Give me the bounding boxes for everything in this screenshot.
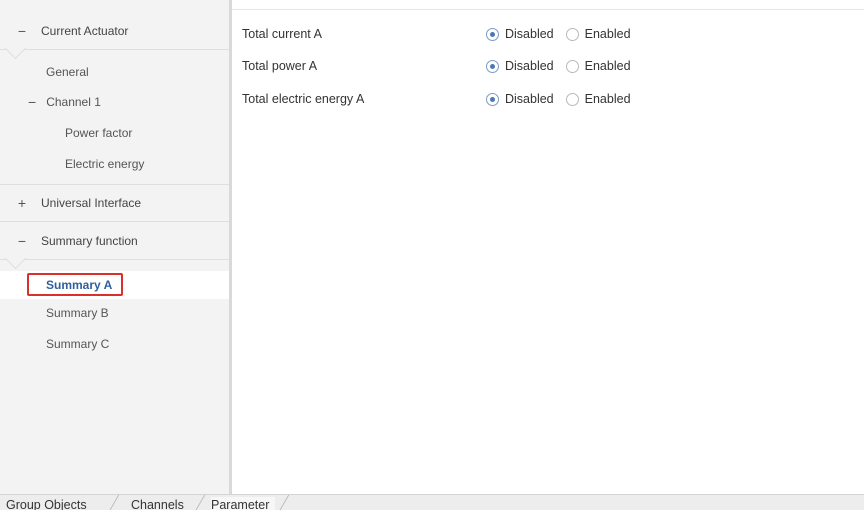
parameter-tree-sidebar: − Current Actuator General − Channel 1 P…: [0, 0, 229, 494]
collapse-icon[interactable]: −: [16, 23, 28, 39]
radio-label[interactable]: Disabled: [505, 92, 554, 106]
radio-group: Disabled Enabled: [486, 59, 643, 73]
section-label: Current Actuator: [41, 23, 129, 38]
tree-item-label: Summary C: [46, 337, 110, 351]
tree-item-label: Channel 1: [46, 95, 101, 109]
tree-item-summary-b[interactable]: Summary B: [46, 303, 109, 323]
tree-item-electric-energy[interactable]: Electric energy: [65, 154, 144, 174]
radio-disabled[interactable]: [486, 92, 499, 106]
radio-enabled[interactable]: [565, 92, 579, 106]
expand-icon[interactable]: +: [16, 195, 28, 211]
tree-item-channel-1[interactable]: − Channel 1: [28, 92, 101, 112]
tree-item-label: General: [46, 65, 89, 79]
radio-label[interactable]: Enabled: [585, 59, 631, 73]
section-label: Universal Interface: [41, 196, 142, 210]
bottom-tab-bar: Group Objects Channels Parameter: [0, 494, 864, 510]
tree-item-summary-a[interactable]: Summary A: [27, 273, 123, 296]
radio-disabled[interactable]: [486, 27, 499, 41]
tab-channels[interactable]: Channels: [131, 497, 184, 510]
param-label: Total current A: [242, 27, 322, 41]
radio-group: Disabled Enabled: [486, 92, 643, 106]
tree-item-summary-c[interactable]: Summary C: [46, 334, 109, 354]
section-label: Summary function: [41, 233, 138, 248]
tab-group-objects[interactable]: Group Objects: [6, 497, 87, 510]
tree-item-label: Electric energy: [65, 157, 145, 171]
tree-item-label: Summary A: [46, 277, 113, 292]
tree-item-power-factor[interactable]: Power factor: [65, 123, 132, 143]
radio-disabled[interactable]: [486, 59, 499, 73]
param-label: Total electric energy A: [242, 92, 365, 106]
radio-group: Disabled Enabled: [486, 27, 643, 41]
tab-separator: [193, 495, 206, 510]
radio-label[interactable]: Enabled: [585, 27, 631, 41]
collapse-icon[interactable]: −: [16, 233, 28, 249]
app-window: − Current Actuator General − Channel 1 P…: [0, 0, 864, 510]
radio-label[interactable]: Disabled: [505, 27, 554, 41]
radio-enabled[interactable]: [565, 27, 579, 41]
tree-item-general[interactable]: General: [46, 62, 89, 82]
radio-label[interactable]: Disabled: [505, 59, 554, 73]
section-summary-function[interactable]: − Summary function: [0, 222, 229, 260]
parameter-panel: Total current A Disabled Enabled Total p…: [232, 10, 864, 494]
param-label: Total power A: [242, 59, 318, 73]
section-universal-interface[interactable]: + Universal Interface: [0, 184, 229, 222]
tree-item-label: Power factor: [65, 126, 133, 140]
radio-enabled[interactable]: [565, 59, 579, 73]
radio-label[interactable]: Enabled: [585, 92, 631, 106]
collapse-icon[interactable]: −: [28, 94, 36, 110]
section-current-actuator[interactable]: − Current Actuator: [0, 12, 229, 50]
tab-parameter[interactable]: Parameter: [211, 497, 276, 510]
tree-item-label: Summary B: [46, 306, 109, 320]
tab-separator: [277, 495, 290, 510]
tab-separator: [107, 495, 120, 510]
